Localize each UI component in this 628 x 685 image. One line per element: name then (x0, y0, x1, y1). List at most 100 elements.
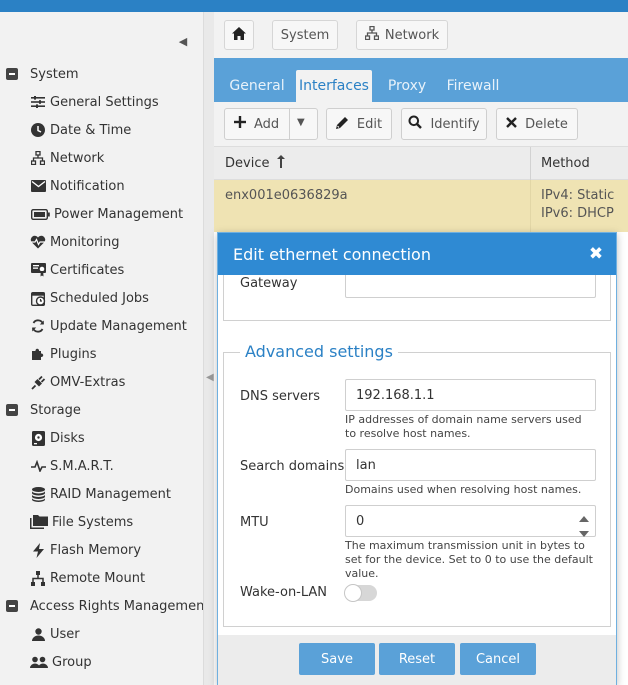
tab-general[interactable]: General (222, 70, 292, 102)
sidebar-item-label: Remote Mount (50, 570, 146, 586)
sidebar-item-file-systems[interactable]: File Systems (0, 508, 203, 536)
sidebar-item-label: Date & Time (50, 122, 132, 138)
tab-bar: General Interfaces Proxy Firewall (214, 58, 628, 102)
column-divider (530, 180, 531, 232)
identify-button[interactable]: Identify (401, 108, 487, 140)
dialog-footer: Save Reset Cancel (218, 635, 616, 685)
tab-firewall[interactable]: Firewall (440, 70, 506, 102)
wake-on-lan-toggle[interactable] (344, 584, 377, 602)
sidebar-group-access-rights[interactable]: Access Rights Management (0, 592, 204, 620)
calendar-clock-icon (30, 290, 46, 306)
close-icon[interactable]: ✖ (586, 244, 606, 264)
sidebar-group-storage[interactable]: Storage (0, 396, 203, 424)
sidebar-item-plugins[interactable]: Plugins (0, 340, 203, 368)
minus-box-icon[interactable] (4, 402, 20, 418)
sidebar-nav: System General Settings Date & Time Netw… (0, 60, 204, 685)
sidebar-item-omv-extras[interactable]: OMV-Extras (0, 368, 203, 396)
breadcrumb: System Network (214, 12, 628, 58)
sidebar-item-label: Storage (30, 402, 81, 418)
sidebar-item-monitoring[interactable]: Monitoring (0, 228, 203, 256)
sidebar-item-update-management[interactable]: Update Management (0, 312, 203, 340)
tab-proxy[interactable]: Proxy (378, 70, 436, 102)
close-icon (506, 116, 517, 132)
chevron-down-icon[interactable]: ▼ (297, 117, 305, 128)
network-icon (364, 25, 380, 44)
split-divider (289, 109, 290, 139)
sidebar-splitter[interactable]: ◀ (204, 12, 214, 685)
splitter-arrow-icon[interactable]: ◀ (206, 372, 214, 383)
tab-label: Firewall (446, 78, 500, 94)
network-icon (30, 150, 46, 166)
breadcrumb-network[interactable]: Network (356, 20, 448, 50)
sidebar-item-disks[interactable]: Disks (0, 424, 203, 452)
plug-icon (30, 374, 46, 390)
sidebar-item-general-settings[interactable]: General Settings (0, 88, 203, 116)
column-header-method[interactable]: Method (541, 147, 627, 180)
edit-ethernet-dialog: Edit ethernet connection ✖ Gateway Advan… (217, 232, 617, 685)
sidebar-item-label: S.M.A.R.T. (50, 458, 114, 474)
column-header-device[interactable]: Device (225, 147, 525, 180)
add-button[interactable]: Add ▼ (224, 108, 318, 140)
cancel-button[interactable]: Cancel (460, 643, 536, 675)
column-label: Method (541, 156, 590, 171)
sidebar-item-partial (0, 676, 203, 685)
gateway-input[interactable] (345, 275, 596, 298)
sidebar-item-label: Access Rights Management (30, 598, 204, 614)
reset-label: Reset (398, 651, 436, 667)
sidebar-item-remote-mount[interactable]: Remote Mount (0, 564, 203, 592)
table-row[interactable]: enx001e0636829a IPv4: Static IPv6: DHCP (214, 180, 628, 232)
dns-servers-hint: IP addresses of domain name servers used… (345, 413, 582, 440)
sidebar-item-smart[interactable]: S.M.A.R.T. (0, 452, 203, 480)
bolt-icon (30, 542, 46, 558)
sort-ascending-icon (277, 155, 286, 172)
sidebar-item-date-time[interactable]: Date & Time (0, 116, 203, 144)
breadcrumb-system[interactable]: System (272, 20, 338, 50)
sidebar-item-notification[interactable]: Notification (0, 172, 203, 200)
stepper-arrows[interactable] (579, 511, 589, 537)
certificate-icon (30, 262, 46, 278)
sidebar-item-label: Flash Memory (50, 542, 142, 558)
user-icon (30, 626, 46, 642)
save-button[interactable]: Save (299, 643, 375, 675)
sidebar-item-network[interactable]: Network (0, 144, 203, 172)
top-header-bar (0, 0, 628, 12)
pencil-icon (335, 116, 349, 133)
cell-device: enx001e0636829a (225, 188, 348, 203)
delete-button[interactable]: Delete (496, 108, 578, 140)
minus-box-icon[interactable] (4, 66, 20, 82)
sidebar-item-group[interactable]: Group (0, 648, 203, 676)
search-domains-hint: Domains used when resolving host names. (345, 483, 582, 496)
sidebar-item-certificates[interactable]: Certificates (0, 256, 203, 284)
sidebar-item-label: System (30, 66, 79, 82)
home-icon (232, 26, 246, 44)
sidebar-item-label: Notification (50, 178, 125, 194)
gateway-label: Gateway (240, 276, 298, 291)
search-domains-label: Search domains (240, 459, 345, 474)
chevron-up-icon[interactable] (579, 511, 589, 526)
users-icon (30, 654, 48, 670)
collapse-sidebar-icon[interactable]: ◀ (176, 34, 190, 48)
minus-box-icon[interactable] (4, 598, 20, 614)
advanced-settings-fieldset: Advanced settings DNS servers 192.168.1.… (223, 342, 611, 627)
sidebar-item-label: General Settings (50, 94, 159, 110)
dns-servers-input[interactable]: 192.168.1.1 (345, 379, 596, 411)
clock-icon (30, 122, 46, 138)
mtu-stepper[interactable]: 0 (345, 505, 596, 537)
dialog-title: Edit ethernet connection (233, 244, 431, 264)
puzzle-icon (30, 346, 46, 362)
tab-interfaces[interactable]: Interfaces (296, 70, 372, 102)
edit-button[interactable]: Edit (326, 108, 392, 140)
sidebar-item-scheduled-jobs[interactable]: Scheduled Jobs (0, 284, 203, 312)
sidebar-group-system[interactable]: System (0, 60, 203, 88)
breadcrumb-home[interactable] (224, 20, 254, 50)
sidebar-item-raid-management[interactable]: RAID Management (0, 480, 203, 508)
reset-button[interactable]: Reset (379, 643, 455, 675)
breadcrumb-label: Network (384, 27, 440, 43)
sidebar-item-label: Power Management (54, 206, 184, 222)
search-domains-input[interactable]: lan (345, 449, 596, 481)
sidebar-item-flash-memory[interactable]: Flash Memory (0, 536, 203, 564)
sidebar-item-user[interactable]: User (0, 620, 203, 648)
dialog-title-bar[interactable]: Edit ethernet connection ✖ (218, 233, 616, 275)
sidebar-item-power-management[interactable]: Power Management (0, 200, 203, 228)
sidebar-item-label: Monitoring (50, 234, 120, 250)
